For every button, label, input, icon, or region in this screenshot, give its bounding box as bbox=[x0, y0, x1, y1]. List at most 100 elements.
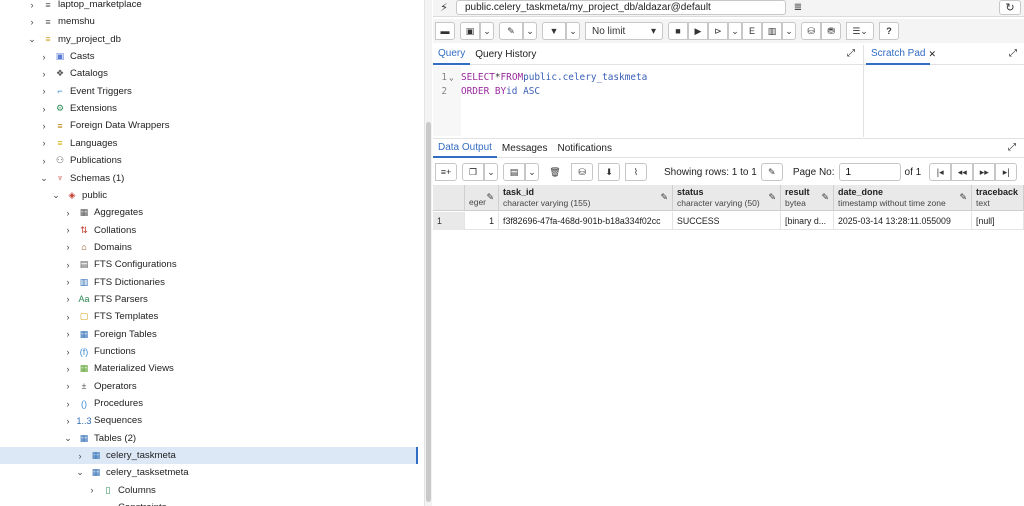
paste-dropdown-chevron-icon[interactable]: ⌄ bbox=[525, 163, 539, 181]
chevron-right-icon[interactable]: › bbox=[63, 416, 73, 426]
scratch-pad-tab[interactable]: Scratch Pad ✕ ⤢ bbox=[864, 45, 1024, 65]
chevron-right-icon[interactable]: › bbox=[39, 69, 49, 79]
download-icon[interactable]: ⬇ bbox=[598, 163, 620, 181]
tree-node[interactable]: › ⚇ Publications bbox=[0, 152, 418, 169]
chevron-right-icon[interactable]: › bbox=[39, 138, 49, 148]
macros-icon[interactable]: ☰⌄ bbox=[846, 22, 874, 40]
open-file-icon[interactable]: ▬ bbox=[435, 22, 455, 40]
tab-data-output[interactable]: Data Output bbox=[433, 138, 497, 158]
tree-node[interactable]: › ▦ Aggregates bbox=[0, 204, 418, 221]
delete-icon[interactable]: 🗑 bbox=[544, 163, 566, 181]
tree-node[interactable]: › ▦ Materialized Views bbox=[0, 360, 418, 377]
table-cell[interactable]: SUCCESS bbox=[673, 212, 781, 230]
tree-node[interactable]: › ⌐ Event Triggers bbox=[0, 83, 418, 100]
column-header[interactable]: date_done timestamp without time zone ✎ bbox=[834, 185, 972, 211]
tree-node[interactable]: › ▥ FTS Dictionaries bbox=[0, 274, 418, 291]
chevron-down-icon[interactable]: ⌄ bbox=[75, 467, 85, 478]
chevron-right-icon[interactable]: › bbox=[39, 104, 49, 114]
previous-page-icon[interactable]: ◂◂ bbox=[951, 163, 974, 181]
execute-icon[interactable]: ▶ bbox=[688, 22, 708, 40]
tree-node[interactable]: ⌄ ▦ Tables (2) bbox=[0, 430, 418, 447]
table-row[interactable]: 1 1 f3f82696-47fa-468d-901b-b18a334f02cc SU… bbox=[433, 212, 1024, 230]
tree-node[interactable]: ⌄ ▦ celery_tasksetmeta bbox=[0, 464, 418, 481]
tree-node[interactable]: › (f) Functions bbox=[0, 343, 418, 360]
tree-node[interactable]: › ▯ Columns bbox=[0, 482, 418, 499]
chevron-down-icon[interactable]: ⌄ bbox=[51, 190, 61, 201]
row-number[interactable]: 1 bbox=[433, 212, 465, 230]
tab-query-history[interactable]: Query History bbox=[470, 45, 541, 65]
table-cell[interactable]: 2025-03-14 13:28:11.055009 bbox=[834, 212, 972, 230]
chevron-right-icon[interactable]: › bbox=[63, 312, 73, 322]
tab-notifications[interactable]: Notifications bbox=[553, 138, 617, 158]
row-limit-select[interactable]: No limit ▾ bbox=[585, 22, 663, 40]
sql-line[interactable]: 1 ⌄ SELECT * FROM public.celery_taskmeta bbox=[433, 70, 647, 84]
filter-dropdown-chevron-icon[interactable]: ⌄ bbox=[566, 22, 580, 40]
table-cell[interactable]: f3f82696-47fa-468d-901b-b18a334f02cc bbox=[499, 212, 673, 230]
edit-rows-icon[interactable]: ✎ bbox=[760, 163, 783, 181]
commit-icon[interactable]: ⛁ bbox=[801, 22, 821, 40]
chevron-right-icon[interactable]: › bbox=[39, 121, 49, 131]
expand-scratch-icon[interactable]: ⤢ bbox=[1009, 48, 1017, 59]
table-cell[interactable]: [null] bbox=[972, 212, 1024, 230]
add-row-icon[interactable]: ≡+ bbox=[435, 163, 457, 181]
filter-icon[interactable]: ▼ bbox=[542, 22, 566, 40]
expand-editor-icon[interactable]: ⤢ bbox=[847, 48, 855, 59]
tree-node[interactable]: › ≡ Foreign Data Wrappers bbox=[0, 117, 418, 134]
tree-node[interactable]: ⌄ ≡ my_project_db bbox=[0, 31, 418, 48]
chevron-right-icon[interactable]: › bbox=[63, 399, 73, 409]
chevron-right-icon[interactable]: › bbox=[39, 156, 49, 166]
chevron-right-icon[interactable]: › bbox=[75, 451, 85, 461]
edit-column-icon[interactable]: ✎ bbox=[768, 192, 776, 203]
tree-node[interactable]: ⌄ ◈ public bbox=[0, 187, 418, 204]
chevron-right-icon[interactable]: › bbox=[87, 485, 97, 495]
tree-node[interactable]: › ± Operators bbox=[0, 378, 418, 395]
tree-node[interactable]: › Constraints bbox=[0, 499, 418, 506]
chevron-right-icon[interactable]: › bbox=[63, 364, 73, 374]
table-cell[interactable]: [binary d... bbox=[781, 212, 834, 230]
edit-column-icon[interactable]: ✎ bbox=[821, 192, 829, 203]
tree-node[interactable]: › () Procedures bbox=[0, 395, 418, 412]
column-header[interactable]: task_id character varying (155) ✎ bbox=[499, 185, 673, 211]
column-header[interactable]: result bytea ✎ bbox=[781, 185, 834, 211]
chevron-right-icon[interactable]: › bbox=[27, 17, 37, 27]
copy-dropdown-chevron-icon[interactable]: ⌄ bbox=[484, 163, 498, 181]
tree-scrollbar[interactable] bbox=[424, 0, 432, 506]
tree-node[interactable]: › ❖ Catalogs bbox=[0, 65, 418, 82]
stop-icon[interactable]: ■ bbox=[668, 22, 688, 40]
tree-node[interactable]: › ≡ memshu bbox=[0, 13, 418, 30]
first-page-icon[interactable]: |◂ bbox=[929, 163, 952, 181]
copy-icon[interactable]: ❐ bbox=[462, 163, 484, 181]
edit-column-icon[interactable]: ✎ bbox=[486, 192, 494, 203]
rollback-icon[interactable]: ⛃ bbox=[821, 22, 841, 40]
chevron-down-icon[interactable]: ⌄ bbox=[27, 34, 37, 45]
tree-node[interactable]: › ▤ FTS Configurations bbox=[0, 256, 418, 273]
explain-icon[interactable]: E bbox=[742, 22, 762, 40]
edit-column-icon[interactable]: ✎ bbox=[959, 192, 967, 203]
chevron-right-icon[interactable]: › bbox=[87, 503, 97, 506]
next-page-icon[interactable]: ▸▸ bbox=[973, 163, 996, 181]
tree-node[interactable]: › ≡ laptop_marketplace bbox=[0, 0, 418, 13]
page-number-input[interactable] bbox=[838, 163, 901, 181]
column-header[interactable]: eger ✎ bbox=[465, 185, 499, 211]
refresh-icon[interactable]: ↻ bbox=[999, 0, 1021, 15]
connection-selector[interactable]: public.celery_taskmeta/my_project_db/ald… bbox=[456, 0, 786, 15]
tree-node[interactable]: › ≡ Languages bbox=[0, 135, 418, 152]
tree-scrollbar-thumb[interactable] bbox=[426, 122, 431, 502]
explain-dropdown-chevron-icon[interactable]: ⌄ bbox=[782, 22, 796, 40]
connection-status-icon[interactable]: ⚡ bbox=[435, 0, 453, 15]
close-icon[interactable]: ✕ bbox=[928, 49, 936, 60]
chevron-right-icon[interactable]: › bbox=[63, 208, 73, 218]
edit-icon[interactable]: ✎ bbox=[499, 22, 523, 40]
chevron-right-icon[interactable]: › bbox=[27, 0, 37, 10]
chevron-right-icon[interactable]: › bbox=[63, 260, 73, 270]
column-header[interactable]: status character varying (50) ✎ bbox=[673, 185, 781, 211]
tab-query[interactable]: Query bbox=[433, 45, 471, 65]
table-cell[interactable]: 1 bbox=[465, 212, 499, 230]
chevron-right-icon[interactable]: › bbox=[63, 225, 73, 235]
tree-node[interactable]: ⌄ ♆ Schemas (1) bbox=[0, 170, 418, 187]
tree-node[interactable]: › ⚙ Extensions bbox=[0, 100, 418, 117]
edit-column-icon[interactable]: ✎ bbox=[660, 192, 668, 203]
tree-node[interactable]: › ▣ Casts bbox=[0, 48, 418, 65]
column-header[interactable]: traceback text bbox=[972, 185, 1024, 211]
execute-options-icon[interactable]: ⊳ bbox=[708, 22, 728, 40]
